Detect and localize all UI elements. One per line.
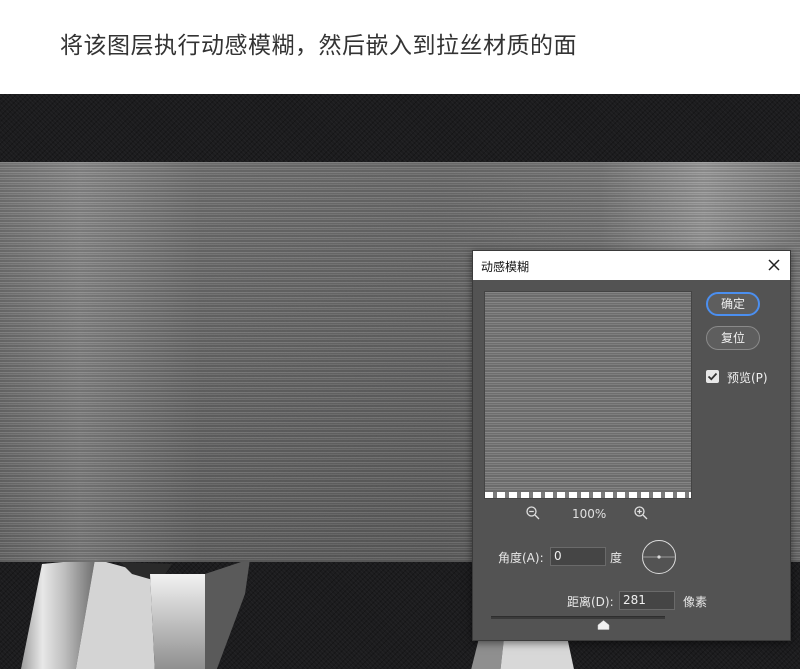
preview-transparency-strip <box>485 492 691 498</box>
zoom-out-icon[interactable] <box>525 505 541 521</box>
preview-area[interactable] <box>484 291 692 499</box>
slider-thumb-icon[interactable] <box>597 620 610 630</box>
dialog-title: 动感模糊 <box>481 260 530 274</box>
close-icon[interactable] <box>764 255 784 275</box>
reset-button[interactable]: 复位 <box>706 326 760 350</box>
distance-slider-track[interactable] <box>491 616 665 619</box>
distance-label: 距离(D): <box>567 595 614 609</box>
motion-blur-dialog: 动感模糊 100% 确定 复位 预览(P) 角度(A): 0 度 距离(D): … <box>472 250 791 641</box>
caption-text: 将该图层执行动感模糊，然后嵌入到拉丝材质的面 <box>60 33 577 59</box>
ok-button[interactable]: 确定 <box>706 292 760 316</box>
angle-input[interactable]: 0 <box>550 547 606 566</box>
caption-area: 将该图层执行动感模糊，然后嵌入到拉丝材质的面 <box>0 0 800 94</box>
dialog-titlebar: 动感模糊 <box>473 251 790 280</box>
distance-input[interactable]: 281 <box>619 591 675 610</box>
angle-label: 角度(A): <box>498 551 544 565</box>
zoom-in-icon[interactable] <box>633 505 649 521</box>
checkmark-icon <box>707 372 718 381</box>
zoom-level: 100% <box>572 507 607 521</box>
distance-unit: 像素 <box>683 595 708 609</box>
preview-label: 预览(P) <box>727 371 768 385</box>
preview-checkbox[interactable] <box>706 370 719 383</box>
angle-dial-icon[interactable] <box>641 539 677 575</box>
angle-unit: 度 <box>610 551 623 565</box>
